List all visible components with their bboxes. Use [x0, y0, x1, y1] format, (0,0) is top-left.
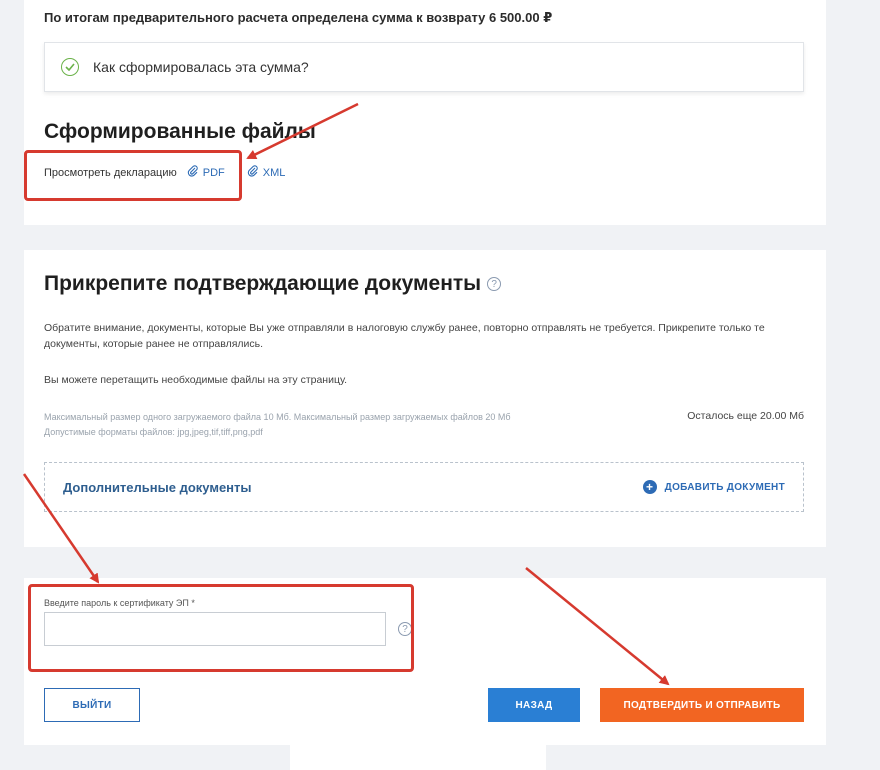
add-document-label: ДОБАВИТЬ ДОКУМЕНТ: [664, 481, 785, 493]
bottom-strip: [290, 740, 546, 770]
view-declaration-label: Просмотреть декларацию: [44, 166, 177, 179]
max-size-note: Максимальный размер одного загружаемого …: [44, 412, 511, 422]
upload-limits: Максимальный размер одного загружаемого …: [44, 410, 511, 440]
password-input[interactable]: [44, 612, 386, 646]
paperclip-icon: [247, 165, 259, 180]
attach-notice: Обратите внимание, документы, которые Вы…: [44, 322, 765, 350]
paperclip-icon: [187, 165, 199, 180]
confirm-and-send-button[interactable]: ПОДТВЕРДИТЬ И ОТПРАВИТЬ: [600, 688, 804, 722]
remaining-space: Осталось еще 20.00 Мб: [687, 410, 804, 422]
attach-documents-title: Прикрепите подтверждающие документы ?: [44, 272, 502, 296]
signature-panel: Введите пароль к сертификату ЭП * ? ВЫЙТ…: [24, 578, 826, 745]
add-document-button[interactable]: + ДОБАВИТЬ ДОКУМЕНТ: [642, 480, 785, 494]
refund-explanation-accordion[interactable]: Как сформировалась эта сумма?: [44, 42, 804, 92]
check-circle-icon: [61, 58, 79, 76]
attach-documents-panel: Прикрепите подтверждающие документы ? Об…: [24, 250, 826, 547]
files-row: Просмотреть декларацию PDF XML: [44, 165, 285, 180]
pdf-link[interactable]: PDF: [187, 165, 225, 180]
plus-circle-icon: +: [642, 480, 657, 494]
xml-link[interactable]: XML: [247, 165, 286, 180]
help-icon[interactable]: ?: [398, 622, 412, 636]
formats-note: Допустимые форматы файлов: jpg,jpeg,tif,…: [44, 427, 263, 437]
help-icon[interactable]: ?: [487, 277, 502, 291]
additional-documents-label: Дополнительные документы: [63, 479, 252, 495]
refund-summary-panel: По итогам предварительного расчета опред…: [24, 0, 826, 225]
drag-hint: Вы можете перетащить необходимые файлы н…: [44, 374, 348, 386]
exit-button[interactable]: ВЫЙТИ: [44, 688, 140, 722]
pdf-link-label: PDF: [202, 166, 225, 179]
attach-documents-title-text: Прикрепите подтверждающие документы: [44, 272, 482, 295]
refund-explanation-link[interactable]: Как сформировалась эта сумма?: [93, 59, 309, 75]
additional-documents-dropzone[interactable]: Дополнительные документы + ДОБАВИТЬ ДОКУ…: [44, 462, 804, 512]
back-button[interactable]: НАЗАД: [488, 688, 580, 722]
generated-files-title: Сформированные файлы: [44, 120, 316, 143]
xml-link-label: XML: [262, 166, 286, 179]
refund-summary-text: По итогам предварительного расчета опред…: [44, 10, 553, 25]
password-label: Введите пароль к сертификату ЭП *: [44, 598, 195, 608]
